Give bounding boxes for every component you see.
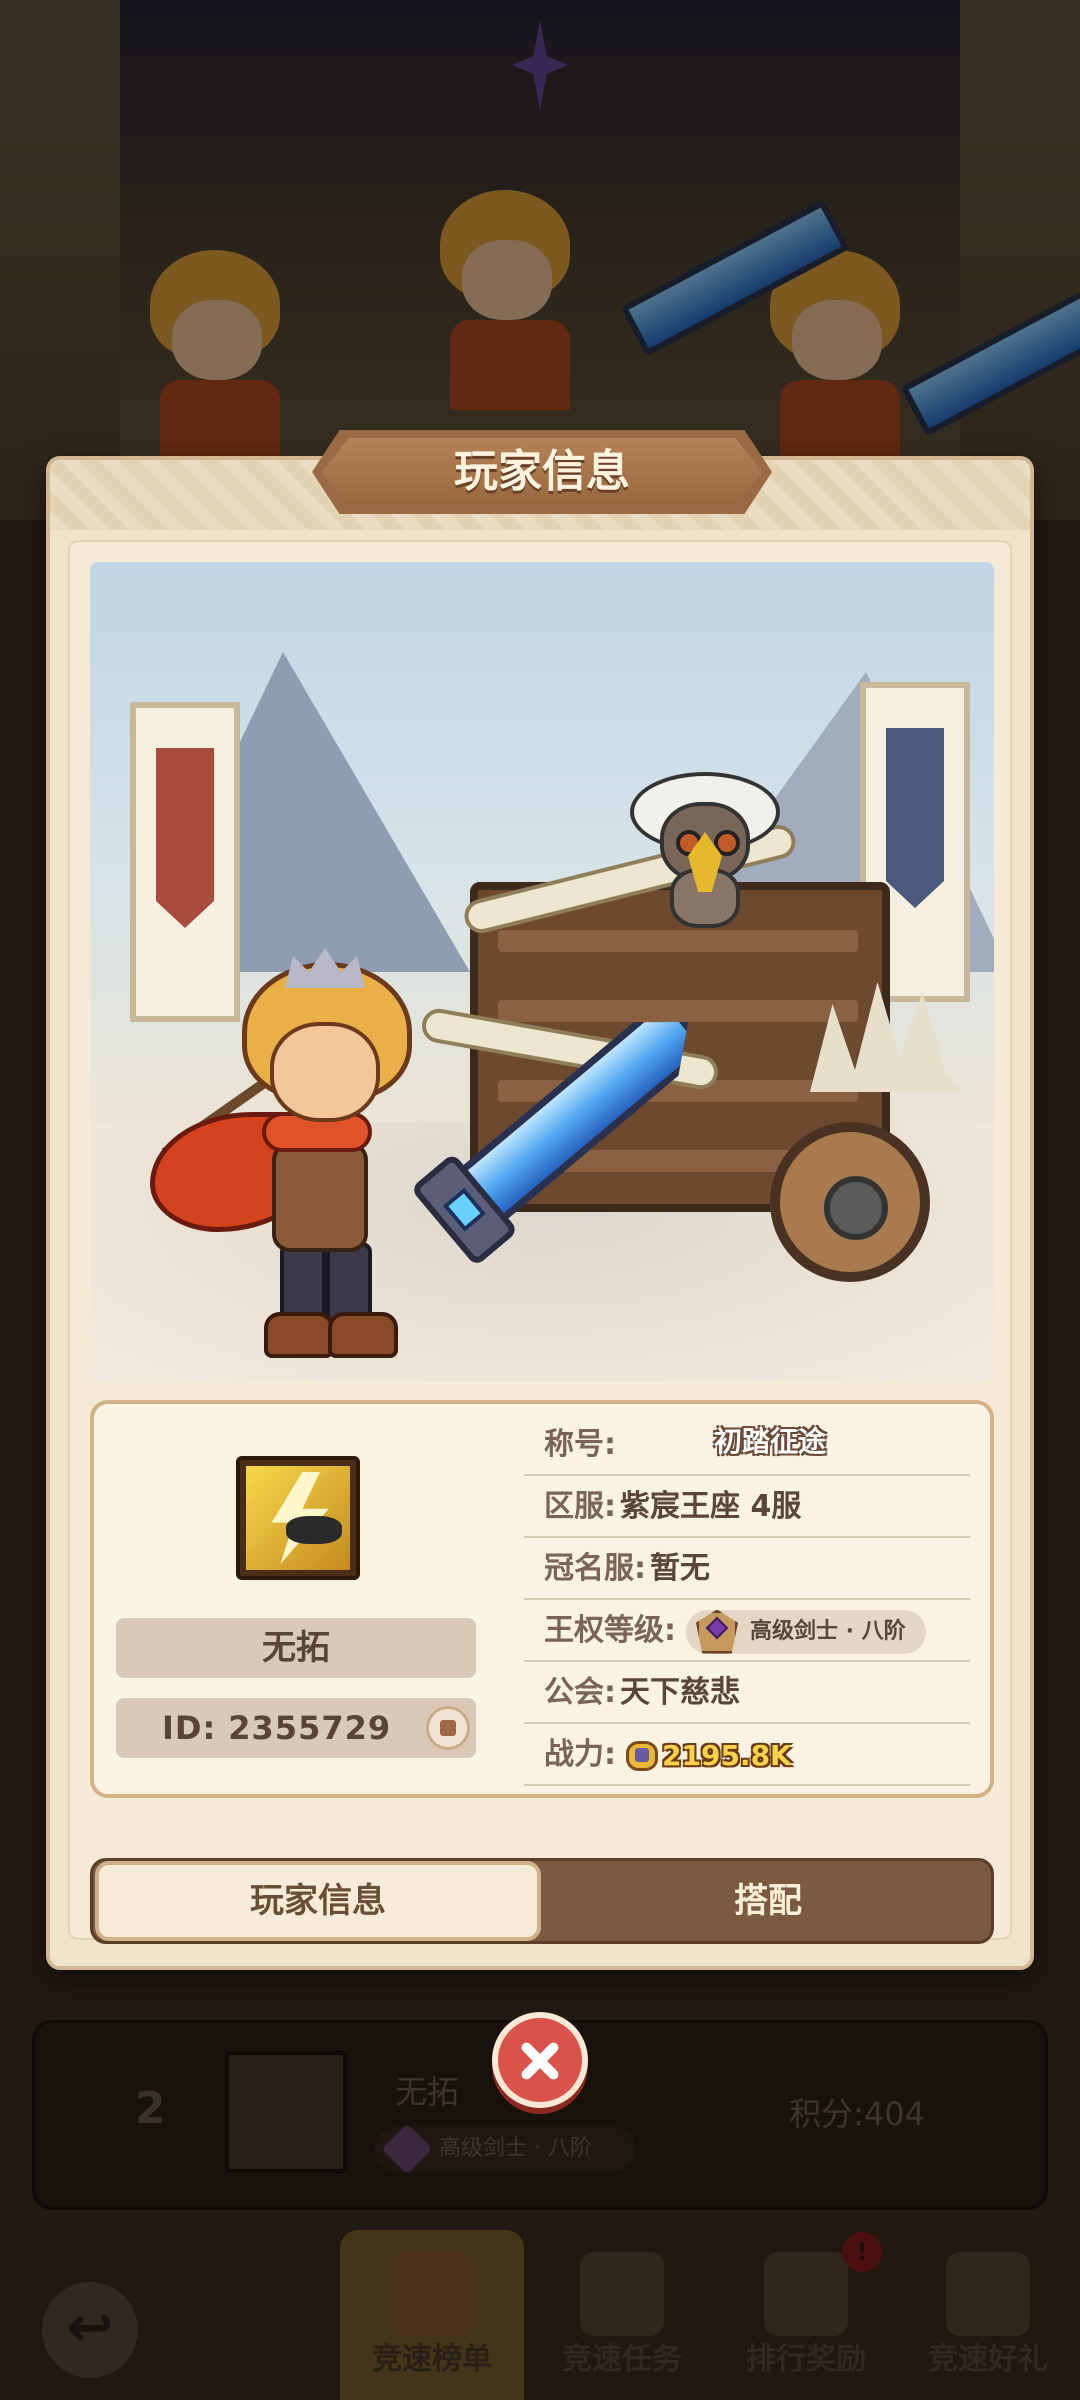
- copy-id-button[interactable]: [426, 1706, 470, 1750]
- guild-label: 公会:: [544, 1675, 616, 1710]
- tab-player-info[interactable]: 玩家信息: [95, 1861, 541, 1941]
- player-avatar: [236, 1456, 360, 1580]
- owl-pet-icon: [630, 772, 780, 932]
- power-icon: [626, 1740, 658, 1771]
- dialog-title: 玩家信息: [454, 446, 630, 497]
- player-id: ID: 2355729: [116, 1698, 476, 1758]
- player-info-card: 无拓 ID: 2355729 称号: 初踏征途 区服: 紫宸王座 4服 冠名服: 暂无…: [90, 1400, 994, 1798]
- power-row: 战力: 2195.8K: [524, 1724, 970, 1786]
- wheel-icon: [770, 1122, 930, 1282]
- player-details: 称号: 初踏征途 区服: 紫宸王座 4服 冠名服: 暂无 王权等级: 高级剑士 · …: [524, 1414, 970, 1786]
- player-id-value: 2355729: [228, 1709, 392, 1747]
- title-value: 初踏征途: [714, 1425, 827, 1458]
- dialog-tabs: 搭配 玩家信息: [90, 1858, 994, 1944]
- player-id-label: ID:: [162, 1709, 217, 1747]
- named-server-row: 冠名服: 暂无: [524, 1538, 970, 1600]
- rank-value: 高级剑士 · 八阶: [750, 1618, 906, 1644]
- hero-showcase: [90, 562, 994, 1382]
- rank-row: 王权等级: 高级剑士 · 八阶: [524, 1600, 970, 1662]
- server-label: 区服:: [544, 1489, 616, 1524]
- title-label: 称号:: [544, 1427, 616, 1462]
- dialog-title-wrap: 玩家信息: [312, 430, 772, 514]
- power-value: 2195.8K: [662, 1738, 792, 1772]
- rank-emblem-icon: [692, 1604, 742, 1660]
- rank-label: 王权等级:: [544, 1613, 676, 1648]
- tab-loadout[interactable]: 搭配: [545, 1861, 991, 1941]
- guild-value: 天下慈悲: [620, 1675, 740, 1710]
- named-server-value: 暂无: [650, 1551, 710, 1586]
- server-value: 紫宸王座 4服: [620, 1489, 802, 1524]
- rank-badge: 高级剑士 · 八阶: [686, 1609, 926, 1654]
- power-label: 战力:: [544, 1737, 616, 1772]
- player-info-dialog: 玩家信息 无拓 ID: 2355729 称号: 初踏征途 区服: 紫宸王座 4服…: [46, 430, 1034, 1970]
- server-row: 区服: 紫宸王座 4服: [524, 1476, 970, 1538]
- hero-character: [150, 948, 470, 1382]
- named-server-label: 冠名服:: [544, 1551, 646, 1586]
- player-name: 无拓: [116, 1618, 476, 1678]
- close-button[interactable]: [492, 2012, 588, 2108]
- dialog-content: 无拓 ID: 2355729 称号: 初踏征途 区服: 紫宸王座 4服 冠名服: 暂无…: [68, 540, 1012, 1944]
- title-row: 称号: 初踏征途: [524, 1414, 970, 1476]
- guild-row: 公会: 天下慈悲: [524, 1662, 970, 1724]
